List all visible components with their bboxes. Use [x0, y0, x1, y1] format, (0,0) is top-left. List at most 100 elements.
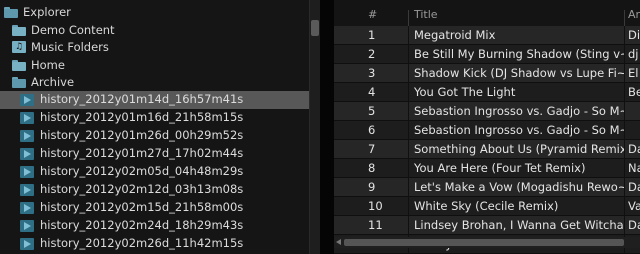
- column-separator: [624, 197, 625, 216]
- tree-item-demo-content[interactable]: Demo Content: [12, 21, 115, 39]
- track-row[interactable]: 3 Shadow Kick (DJ Shadow vs Lupe Fi~ El …: [334, 64, 640, 83]
- column-separator: [624, 83, 625, 102]
- history-item-label: history_2012y01m27d_17h02m44s: [40, 146, 244, 160]
- track-row[interactable]: 9 Let's Make a Vow (Mogadishu Rewo~ Da: [334, 178, 640, 197]
- history-item-label: history_2012y01m16d_21h58m15s: [40, 110, 244, 124]
- track-title: Sebastion Ingrosso vs. Gadjo - So M~: [414, 104, 624, 118]
- track-row[interactable]: 2 Be Still My Burning Shadow (Sting v~ d…: [334, 45, 640, 64]
- track-artist: El C: [628, 66, 640, 80]
- column-separator: [408, 197, 409, 216]
- history-item-label: history_2012y01m26d_00h29m52s: [40, 128, 244, 142]
- track-number: 3: [368, 66, 376, 80]
- track-row[interactable]: 4 You Got The Light Be: [334, 83, 640, 102]
- track-row[interactable]: 7 Something About Us (Pyramid Remix) Da: [334, 140, 640, 159]
- history-item[interactable]: history_2012y02m12d_03h13m08s: [0, 181, 320, 199]
- tree-item-label: Archive: [31, 75, 75, 89]
- history-item[interactable]: history_2012y02m26d_11h42m15s: [0, 235, 320, 253]
- track-title: Be Still My Burning Shadow (Sting v~: [414, 47, 624, 61]
- history-item[interactable]: history_2012y01m16d_21h58m15s: [0, 109, 320, 127]
- column-separator: [624, 159, 625, 178]
- history-item[interactable]: history_2012y01m14d_16h57m41s: [0, 91, 320, 109]
- history-item[interactable]: history_2012y01m27d_17h02m44s: [0, 145, 320, 163]
- track-title: Lindsey Brohan, I Wanna Get Witcha~: [414, 218, 624, 232]
- track-number: 9: [368, 180, 376, 194]
- tree-item-home[interactable]: Home: [12, 56, 65, 74]
- column-separator: [408, 140, 409, 159]
- playlist-icon: [20, 94, 34, 106]
- column-separator: [408, 64, 409, 83]
- playlist-icon: [20, 130, 34, 142]
- column-separator: [408, 121, 409, 140]
- history-item[interactable]: history_2012y02m24d_18h29m43s: [0, 217, 320, 235]
- column-separator: [408, 159, 409, 178]
- history-item-label: history_2012y02m12d_03h13m08s: [40, 182, 244, 196]
- folder-icon: [12, 59, 26, 71]
- track-number: 7: [368, 142, 376, 156]
- folder-icon: [12, 24, 26, 36]
- folder-open-icon: [12, 76, 26, 88]
- track-row[interactable]: 10 White Sky (Cecile Remix) Va: [334, 197, 640, 216]
- panel-divider[interactable]: [320, 0, 334, 254]
- column-separator: [408, 178, 409, 197]
- playlist-icon: [20, 238, 34, 250]
- tree-item-music-folders[interactable]: ♫ Music Folders: [12, 38, 109, 56]
- column-header-artist[interactable]: Ar: [628, 8, 640, 21]
- column-separator: [624, 10, 625, 26]
- track-title: Something About Us (Pyramid Remix): [414, 142, 624, 156]
- track-number: 11: [368, 218, 383, 232]
- playlist-icon: [20, 166, 34, 178]
- history-item-label: history_2012y02m15d_21h58m00s: [40, 200, 244, 214]
- column-separator: [408, 45, 409, 64]
- track-title: Megatroid Mix: [414, 28, 496, 42]
- track-artist: Dig: [628, 28, 640, 42]
- track-artist: Da: [628, 180, 640, 194]
- column-separator: [624, 26, 625, 45]
- music-folder-icon: ♫: [12, 41, 26, 53]
- tree-item-label: Demo Content: [31, 23, 115, 37]
- track-row[interactable]: 5 Sebastion Ingrosso vs. Gadjo - So M~: [334, 102, 640, 121]
- track-title: Let's Make a Vow (Mogadishu Rewo~: [414, 180, 624, 194]
- column-separator: [408, 102, 409, 121]
- track-artist: Da: [628, 142, 640, 156]
- column-separator: [408, 26, 409, 45]
- playlist-icon: [20, 202, 34, 214]
- track-title: You Got The Light: [414, 85, 516, 99]
- track-number: 6: [368, 123, 376, 137]
- tree-item-label: Explorer: [23, 5, 71, 19]
- track-artist: Da: [628, 218, 640, 232]
- folder-open-icon: [4, 6, 18, 18]
- track-title: Sebastion Ingrosso vs. Gadjo - So M~: [414, 123, 624, 137]
- column-separator: [624, 216, 625, 235]
- history-item[interactable]: history_2012y02m05d_04h48m29s: [0, 163, 320, 181]
- track-row[interactable]: 1 Megatroid Mix Dig: [334, 26, 640, 45]
- tree-item-archive[interactable]: Archive: [12, 73, 74, 91]
- explorer-panel: Explorer Demo Content ♫ Music Folders Ho…: [0, 0, 320, 254]
- column-separator: [408, 216, 409, 235]
- scrollbar-thumb[interactable]: [311, 20, 319, 36]
- column-header-title[interactable]: Title: [414, 8, 438, 21]
- column-separator: [624, 64, 625, 83]
- track-number: 5: [368, 104, 376, 118]
- history-item[interactable]: history_2012y01m26d_00h29m52s: [0, 127, 320, 145]
- column-separator: [624, 140, 625, 159]
- scroll-left-arrow-icon[interactable]: [336, 239, 341, 245]
- explorer-scrollbar[interactable]: [309, 0, 320, 254]
- track-row[interactable]: 6 Sebastion Ingrosso vs. Gadjo - So M~: [334, 121, 640, 140]
- tree-item-explorer[interactable]: Explorer: [4, 3, 71, 21]
- track-row[interactable]: 11 Lindsey Brohan, I Wanna Get Witcha~ D…: [334, 216, 640, 235]
- scrollbar-thumb[interactable]: [344, 239, 624, 246]
- history-item-label: history_2012y02m26d_11h42m15s: [40, 236, 244, 250]
- track-title: Shadow Kick (DJ Shadow vs Lupe Fi~: [414, 66, 624, 80]
- column-separator: [408, 83, 409, 102]
- track-number: 4: [368, 85, 376, 99]
- track-number: 1: [368, 28, 376, 42]
- column-separator: [624, 121, 625, 140]
- track-number: 2: [368, 47, 376, 61]
- track-list-horizontal-scrollbar[interactable]: [334, 237, 640, 248]
- playlist-icon: [20, 184, 34, 196]
- track-row[interactable]: 8 You Are Here (Four Tet Remix) Na: [334, 159, 640, 178]
- playlist-icon: [20, 112, 34, 124]
- playlist-icon: [20, 148, 34, 160]
- history-item[interactable]: history_2012y02m15d_21h58m00s: [0, 199, 320, 217]
- column-header-number[interactable]: #: [368, 8, 377, 21]
